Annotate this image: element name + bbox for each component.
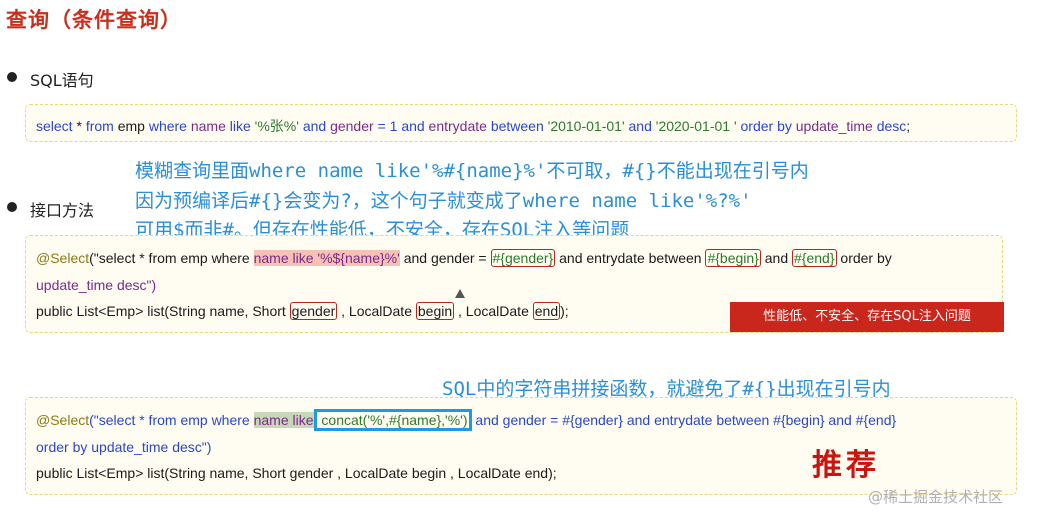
method2-line-2: order by update_time desc") [36, 439, 212, 455]
method1-line-2: update_time desc") [36, 277, 157, 293]
section-label-api: 接口方法 [30, 201, 95, 220]
method1-line-1: @Select("select * from emp where name li… [36, 249, 892, 267]
bullet-api [7, 202, 17, 212]
page-title: 查询（条件查询） [6, 8, 182, 32]
mouse-cursor-icon [455, 289, 465, 298]
method2-line-1: @Select("select * from emp where name li… [36, 409, 896, 431]
sql-code-block: select * from emp where name like '%张%' … [25, 104, 1017, 142]
warning-badge: 性能低、不安全、存在SQL注入问题 [730, 302, 1004, 332]
note-line-1: 模糊查询里面where name like'%#{name}%'不可取，#{}不… [135, 160, 809, 182]
method1-line-3: public List<Emp> list(String name, Short… [36, 302, 569, 320]
watermark: @稀土掘金技术社区 [868, 488, 1004, 506]
section-label-sql: SQL语句 [30, 71, 94, 90]
method2-line-3: public List<Emp> list(String name, Short… [36, 465, 557, 481]
bullet-sql [7, 72, 17, 82]
recommend-label: 推荐 [812, 448, 880, 483]
sql-statement: select * from emp where name like '%张%' … [36, 118, 911, 134]
note-line-2: 因为预编译后#{}会变为?，这个句子就变成了where name like'%?… [135, 190, 752, 212]
